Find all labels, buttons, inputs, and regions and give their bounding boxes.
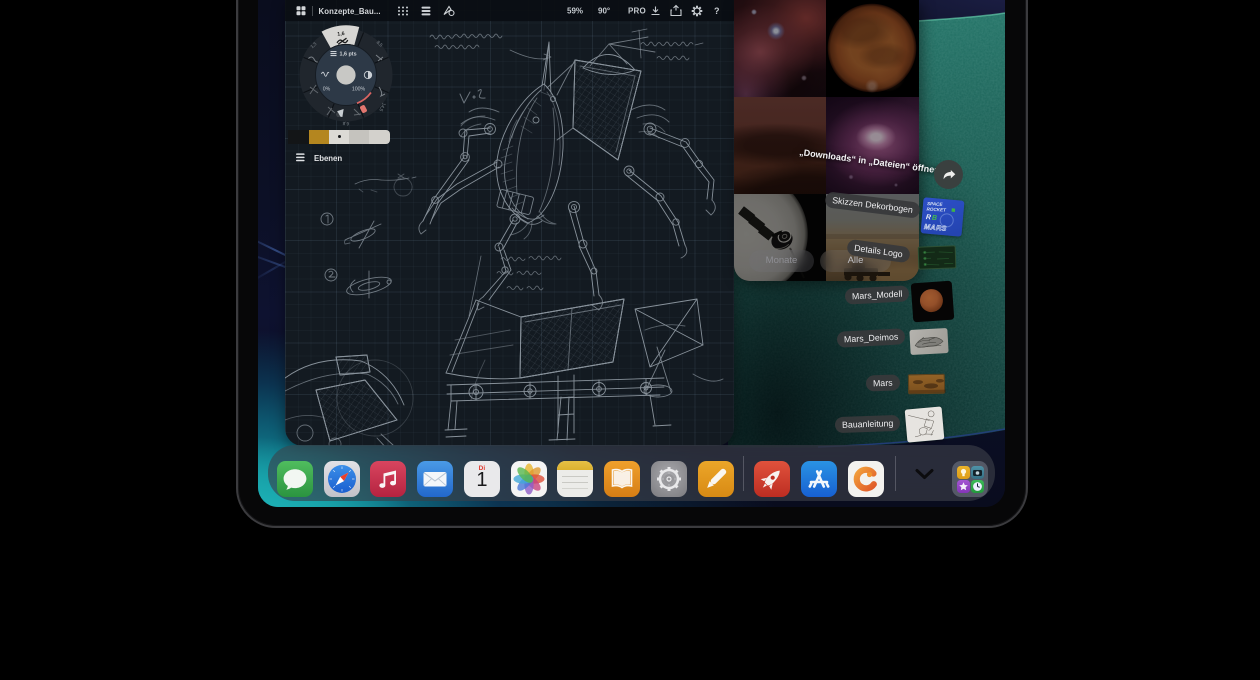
svg-text:B: B bbox=[932, 215, 938, 222]
svg-text:R: R bbox=[926, 214, 932, 221]
svg-text:MARS: MARS bbox=[924, 222, 947, 233]
svg-text:ROCKET: ROCKET bbox=[926, 207, 947, 213]
